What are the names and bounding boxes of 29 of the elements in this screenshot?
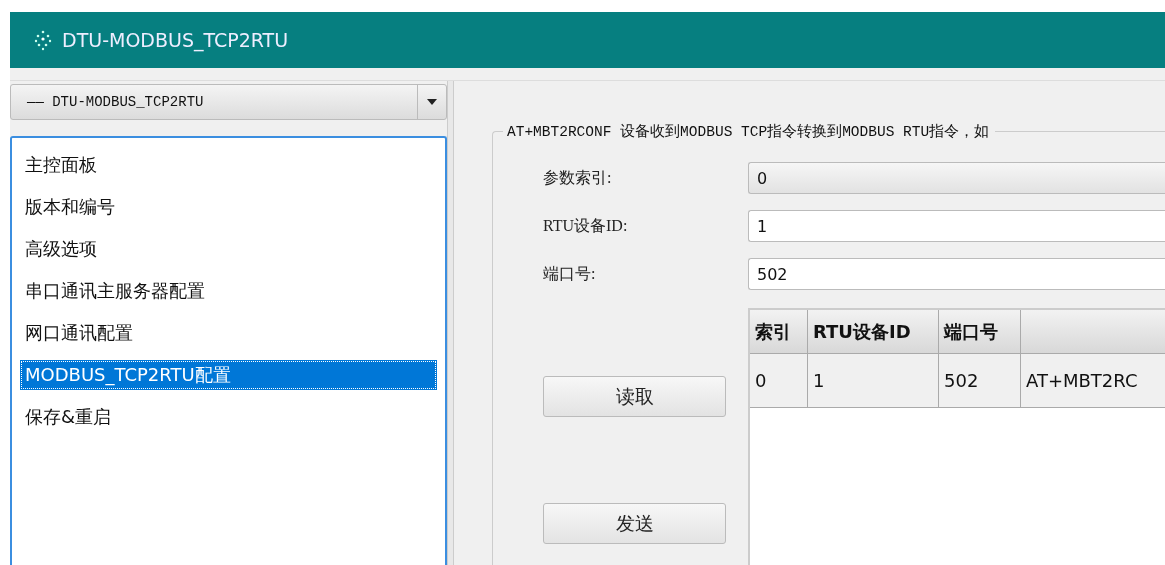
sidebar-item[interactable]: 保存&重启	[20, 396, 437, 438]
field-label: RTU设备ID:	[543, 215, 629, 236]
column-header[interactable]: 索引	[750, 310, 808, 354]
table-cell: 1	[808, 354, 939, 408]
table-cell: AT+MBT2RC	[1021, 354, 1165, 408]
sidebar-item[interactable]: MODBUS_TCP2RTU配置	[20, 360, 437, 390]
input-field[interactable]: 1	[748, 210, 1165, 242]
input-field[interactable]: 502	[748, 258, 1165, 290]
column-header[interactable]: RTU设备ID	[808, 310, 939, 354]
sidebar-item[interactable]: 主控面板	[20, 144, 437, 186]
sidebar-item[interactable]: 高级选项	[20, 228, 437, 270]
device-dropdown[interactable]: —— DTU-MODBUS_TCP2RTU	[10, 84, 447, 120]
window-title: DTU-MODBUS_TCP2RTU	[62, 29, 289, 51]
sidebar-item[interactable]: 串口通讯主服务器配置	[20, 270, 437, 312]
column-header[interactable]	[1021, 310, 1165, 354]
group-title: AT+MBT2RCONF 设备收到MODBUS TCP指令转换到MODBUS RTU指令，如	[503, 122, 996, 141]
table-cell: 502	[939, 354, 1021, 408]
sidebar-item[interactable]: 网口通讯配置	[20, 312, 437, 354]
column-header[interactable]: 端口号	[939, 310, 1021, 354]
field-label: 参数索引:	[543, 167, 613, 188]
field-label: 端口号:	[543, 263, 597, 284]
index-dropdown[interactable]: 0	[748, 162, 1165, 194]
splitter-handle[interactable]	[447, 81, 454, 565]
table-cell: 0	[750, 354, 808, 408]
dots-icon	[32, 29, 54, 51]
action-button[interactable]: 读取	[543, 376, 726, 417]
caret-icon	[427, 99, 437, 105]
action-button[interactable]: 发送	[543, 503, 726, 544]
sidebar-item[interactable]: 版本和编号	[20, 186, 437, 228]
